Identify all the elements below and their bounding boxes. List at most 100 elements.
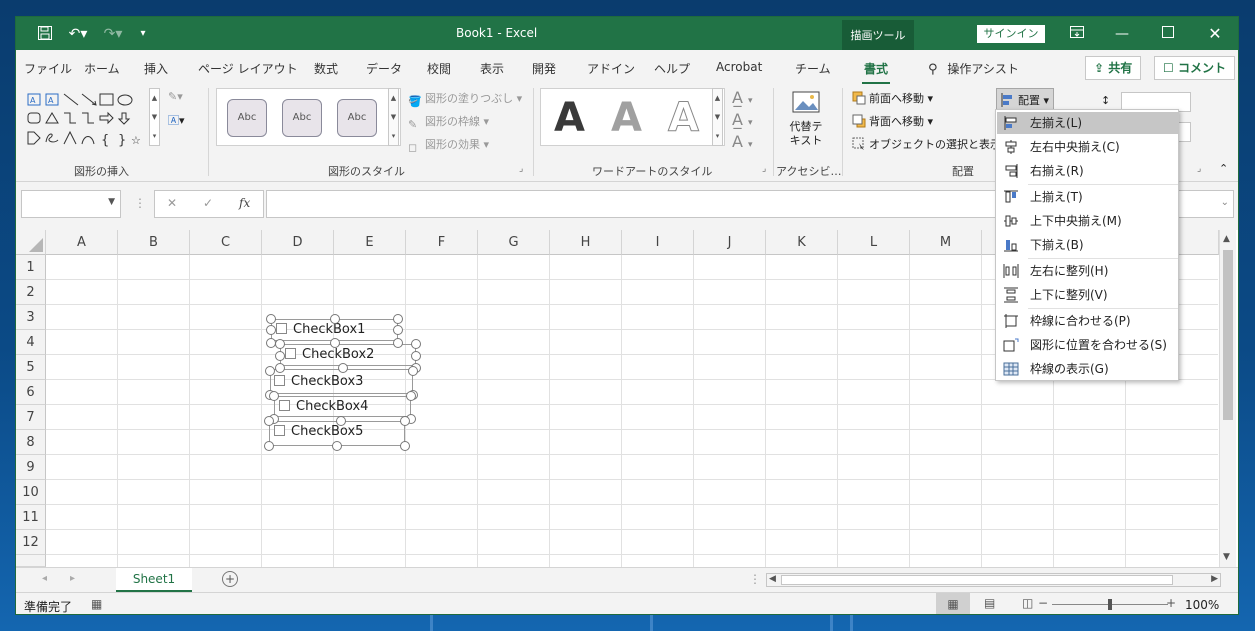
resize-handle[interactable]: [269, 391, 279, 401]
tab-view[interactable]: 表示: [480, 60, 504, 77]
resize-handle[interactable]: [266, 325, 276, 335]
zoom-slider-thumb[interactable]: [1108, 599, 1112, 610]
shape-style-3[interactable]: Abc: [337, 99, 377, 137]
page-layout-view-icon[interactable]: ▤: [984, 596, 995, 610]
checkbox-1[interactable]: CheckBox1: [276, 322, 365, 344]
row-header[interactable]: 4: [16, 330, 46, 355]
checkbox-5[interactable]: CheckBox5: [274, 424, 363, 446]
send-backward-button[interactable]: 背面へ移動 ▾: [852, 113, 933, 129]
column-header[interactable]: M: [910, 230, 982, 255]
wordart-style-1[interactable]: A: [554, 95, 585, 141]
undo-icon[interactable]: ↶▾: [66, 25, 90, 43]
resize-handle[interactable]: [393, 325, 403, 335]
tab-help[interactable]: ヘルプ: [654, 60, 690, 77]
resize-handle[interactable]: [332, 441, 342, 451]
wordart-scroll[interactable]: ▲ ▼ ▾: [712, 88, 723, 146]
normal-view-icon[interactable]: ▦: [936, 593, 970, 614]
resize-handle[interactable]: [264, 441, 274, 451]
shape-styles-scroll[interactable]: ▲ ▼ ▾: [388, 88, 399, 146]
column-header[interactable]: J: [694, 230, 766, 255]
tab-format[interactable]: 書式: [861, 60, 891, 84]
column-header[interactable]: B: [118, 230, 190, 255]
enter-icon[interactable]: ✓: [203, 196, 213, 210]
prev-sheet-icon[interactable]: ◂: [42, 573, 47, 584]
tab-insert[interactable]: 挿入: [144, 60, 168, 77]
ribbon-display-options-icon[interactable]: [1068, 25, 1086, 43]
zoom-level[interactable]: 100%: [1185, 598, 1219, 612]
checkbox-3[interactable]: CheckBox3: [274, 374, 363, 396]
tell-me-box[interactable]: ⚲ 操作アシスト: [928, 60, 1019, 77]
vertical-scrollbar[interactable]: ▲ ▼: [1219, 230, 1236, 567]
resize-handle[interactable]: [275, 351, 285, 361]
menu-item-snap-to-shape[interactable]: 図形に位置を合わせる(S): [997, 334, 1178, 356]
resize-handle[interactable]: [411, 351, 421, 361]
resize-handle[interactable]: [275, 363, 285, 373]
wordart-style-2[interactable]: A: [611, 95, 642, 141]
row-header[interactable]: 10: [16, 480, 46, 505]
scroll-thumb[interactable]: [781, 575, 1173, 585]
menu-item-align-bottom[interactable]: 下揃え(B): [997, 234, 1178, 256]
redo-icon[interactable]: ↷▾: [101, 25, 125, 43]
select-all-button[interactable]: [16, 230, 46, 255]
zoom-out-icon[interactable]: −: [1038, 596, 1048, 610]
text-box-icon[interactable]: 🄰▾: [168, 112, 185, 128]
comments-button[interactable]: ☐ コメント: [1154, 56, 1235, 80]
column-header[interactable]: A: [46, 230, 118, 255]
column-header[interactable]: F: [406, 230, 478, 255]
shape-outline-button[interactable]: ✎ 図形の枠線 ▾: [408, 113, 489, 132]
page-break-view-icon[interactable]: ◫: [1022, 596, 1033, 610]
menu-item-distribute-vertical[interactable]: 上下に整列(V): [997, 284, 1178, 306]
name-box[interactable]: ▼: [21, 190, 121, 218]
resize-handle[interactable]: [265, 366, 275, 376]
column-header[interactable]: K: [766, 230, 838, 255]
resize-handle[interactable]: [338, 363, 348, 373]
maximize-icon[interactable]: [1159, 25, 1177, 43]
resize-handle[interactable]: [406, 391, 416, 401]
checkbox-2[interactable]: CheckBox2: [285, 347, 374, 369]
scroll-thumb[interactable]: [1223, 250, 1233, 420]
row-header[interactable]: 1: [16, 255, 46, 280]
tab-developer[interactable]: 開発: [532, 60, 556, 77]
menu-item-view-gridlines[interactable]: 枠線の表示(G): [997, 358, 1178, 380]
resize-handle[interactable]: [393, 338, 403, 348]
menu-item-align-center[interactable]: 左右中央揃え(C): [997, 136, 1178, 158]
column-header[interactable]: H: [550, 230, 622, 255]
resize-handle[interactable]: [264, 416, 274, 426]
zoom-in-icon[interactable]: +: [1166, 596, 1176, 610]
tab-addins[interactable]: アドイン: [587, 60, 635, 77]
text-fill-icon[interactable]: A̲ ▾: [732, 88, 753, 107]
horizontal-scrollbar[interactable]: ◀ ▶: [766, 573, 1221, 587]
resize-handle[interactable]: [408, 366, 418, 376]
scroll-right-icon[interactable]: ▶: [1211, 574, 1218, 584]
menu-item-align-right[interactable]: 右揃え(R): [997, 160, 1178, 182]
macro-record-icon[interactable]: ▦: [91, 597, 102, 611]
menu-item-align-left[interactable]: 左揃え(L): [997, 112, 1178, 134]
tab-data[interactable]: データ: [366, 60, 402, 77]
resize-handle[interactable]: [275, 339, 285, 349]
dialog-launcher-icon[interactable]: ⌟: [519, 164, 523, 174]
row-header[interactable]: 3: [16, 305, 46, 330]
share-button[interactable]: ⇪ 共有: [1085, 56, 1142, 80]
menu-item-snap-to-grid[interactable]: 枠線に合わせる(P): [997, 310, 1178, 332]
row-header[interactable]: 7: [16, 405, 46, 430]
menu-item-align-middle[interactable]: 上下中央揃え(M): [997, 210, 1178, 232]
customize-qat-icon[interactable]: ▾: [134, 25, 152, 43]
resize-handle[interactable]: [336, 416, 346, 426]
scroll-down-icon[interactable]: ▼: [1223, 552, 1230, 562]
row-header[interactable]: 12: [16, 530, 46, 555]
expand-formula-bar-icon[interactable]: ⌄: [1221, 197, 1229, 208]
dialog-launcher-icon[interactable]: ⌟: [1197, 164, 1201, 174]
wordart-style-3[interactable]: A: [668, 95, 700, 142]
resize-handle[interactable]: [330, 338, 340, 348]
resize-handle[interactable]: [266, 314, 276, 324]
next-sheet-icon[interactable]: ▸: [70, 573, 75, 584]
text-outline-icon[interactable]: A̲ ▾: [732, 110, 753, 129]
row-header[interactable]: 9: [16, 455, 46, 480]
row-header[interactable]: 2: [16, 280, 46, 305]
scroll-up-icon[interactable]: ▲: [1223, 234, 1230, 244]
collapse-ribbon-icon[interactable]: ⌃: [1219, 162, 1228, 175]
tab-review[interactable]: 校閲: [427, 60, 451, 77]
row-header[interactable]: 5: [16, 355, 46, 380]
row-header[interactable]: 8: [16, 430, 46, 455]
resize-handle[interactable]: [393, 314, 403, 324]
